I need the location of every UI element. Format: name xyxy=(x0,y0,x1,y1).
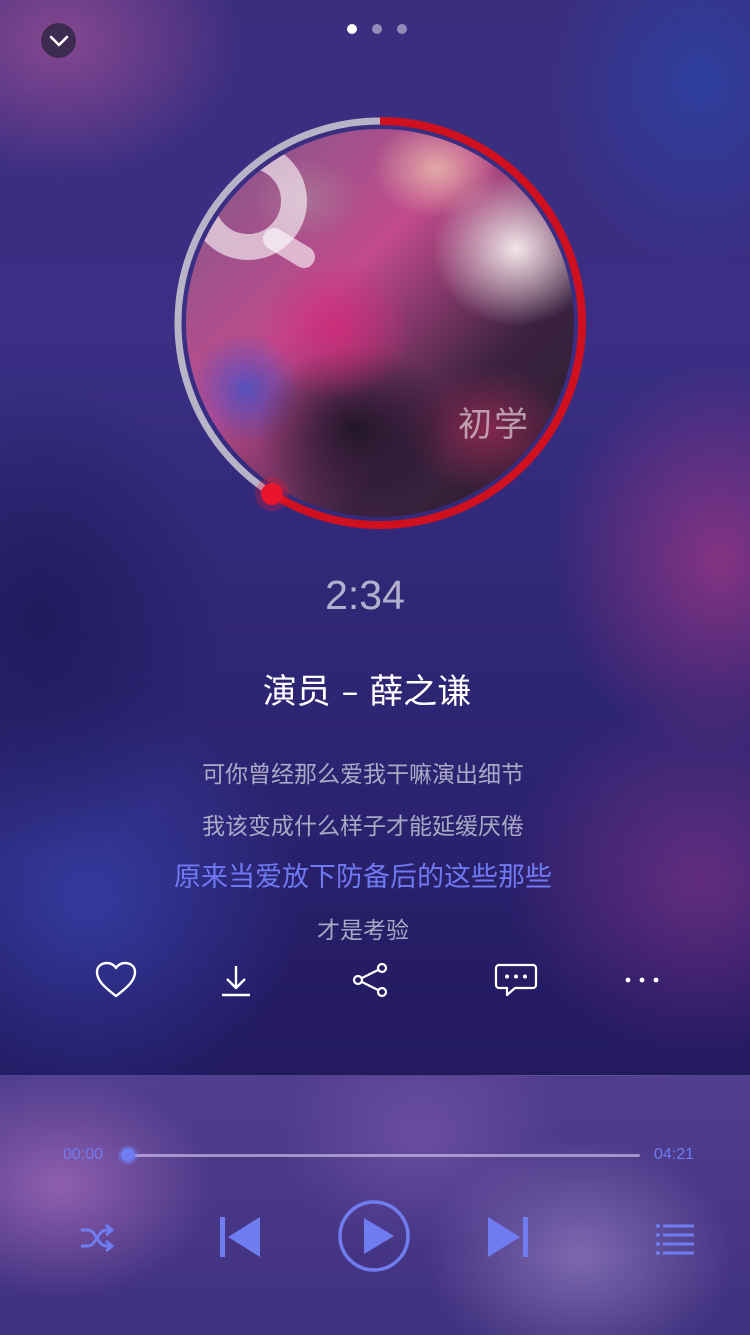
action-bar xyxy=(0,955,750,1005)
current-time: 00:00 xyxy=(63,1146,104,1163)
download-button[interactable] xyxy=(214,955,258,1005)
album-art-text: 初学 xyxy=(458,405,530,445)
more-icon xyxy=(625,977,659,983)
lyric-line: 才是考验 xyxy=(317,918,409,944)
playlist-button[interactable] xyxy=(652,1219,698,1259)
progress-knob[interactable] xyxy=(260,482,283,505)
comment-icon xyxy=(494,963,538,997)
lyric-line-current: 原来当爱放下防备后的这些那些 xyxy=(174,862,552,893)
play-button[interactable] xyxy=(336,1198,412,1274)
total-time: 04:21 xyxy=(654,1146,695,1163)
shuffle-button[interactable] xyxy=(76,1218,118,1258)
lyric-line: 我该变成什么样子才能延缓厌倦 xyxy=(202,814,524,840)
album-art: 初学 xyxy=(186,129,574,517)
playlist-icon xyxy=(656,1224,694,1255)
heart-icon xyxy=(95,961,137,998)
previous-button[interactable] xyxy=(214,1214,264,1260)
song-title: 演员 – 薛之谦 xyxy=(262,672,472,712)
like-button[interactable] xyxy=(92,955,140,1005)
elapsed-time: 2:34 xyxy=(325,572,405,618)
next-button[interactable] xyxy=(484,1214,534,1260)
share-button[interactable] xyxy=(350,955,392,1005)
previous-icon xyxy=(220,1217,260,1257)
page-dot-1[interactable] xyxy=(347,24,357,34)
page-indicator xyxy=(347,24,407,34)
progress-bar[interactable] xyxy=(128,1154,640,1157)
collapse-button[interactable] xyxy=(41,23,76,58)
next-icon xyxy=(488,1217,528,1257)
page-dot-2[interactable] xyxy=(372,24,382,34)
share-icon xyxy=(352,962,388,998)
page-dot-3[interactable] xyxy=(397,24,407,34)
more-button[interactable] xyxy=(620,955,664,1005)
download-icon xyxy=(222,966,250,997)
chevron-down-icon xyxy=(49,35,68,46)
album-logo-icon xyxy=(189,142,315,268)
lyric-line: 可你曾经那么爱我干嘛演出细节 xyxy=(202,762,524,788)
album-disc[interactable]: 初学 xyxy=(172,115,588,531)
comment-button[interactable] xyxy=(490,955,542,1005)
shuffle-icon xyxy=(81,1223,114,1253)
play-icon xyxy=(338,1200,410,1272)
progress-thumb[interactable] xyxy=(121,1148,135,1162)
